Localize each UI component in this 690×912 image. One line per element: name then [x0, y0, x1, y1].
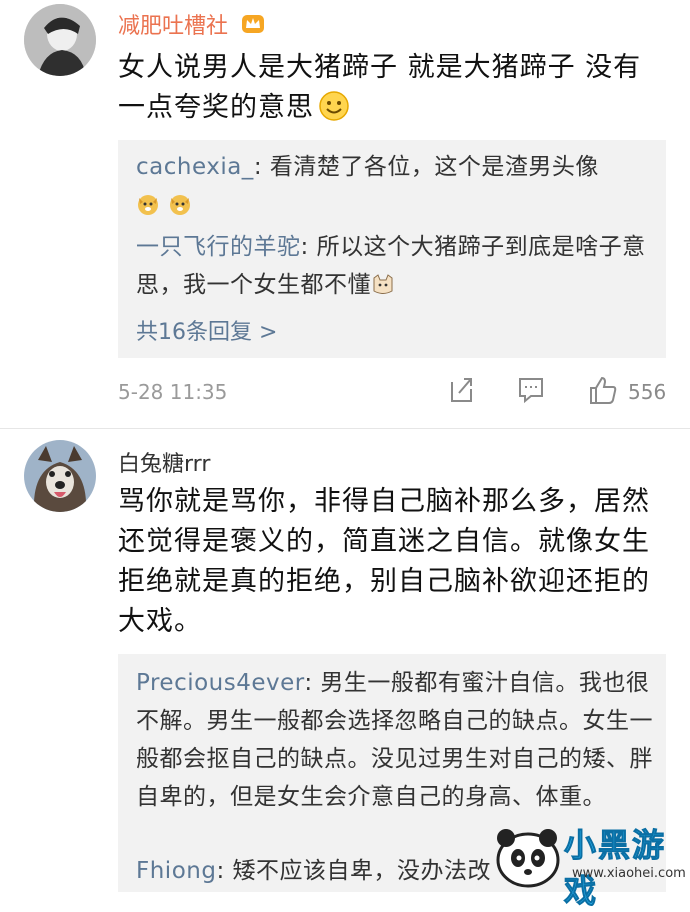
username[interactable]: 减肥吐槽社 [118, 8, 265, 41]
reply-1[interactable]: Precious4ever: 男生一般都有蜜汁自信。我也很不解。男生一般都会选择… [136, 664, 656, 816]
more-replies-link[interactable]: 共16条回复 > [136, 314, 277, 346]
site-watermark-logo: 小黑游戏 www.xiaohei.com [484, 818, 686, 911]
reply-author[interactable]: cachexia_ [136, 154, 254, 180]
watermark-url: www.xiaohei.com [572, 866, 686, 881]
smile-emoji-icon [318, 90, 350, 134]
comment-text: 骂你就是骂你，非得自己脑补那么多，居然还觉得是褒义的，简直迷之自信。就像女生拒绝… [118, 486, 650, 637]
cat-emoji-icon [371, 270, 395, 308]
reply-1[interactable]: cachexia_: 看清楚了各位，这个是渣男头像 [136, 148, 656, 228]
avatar[interactable] [24, 440, 96, 512]
reply-author[interactable]: Precious4ever [136, 670, 304, 696]
like-thumb-icon[interactable] [588, 374, 618, 410]
reply-author[interactable]: Fhiong [136, 858, 216, 884]
reply-box: cachexia_: 看清楚了各位，这个是渣男头像 一只飞行的羊驼: 所以这个大… [118, 140, 666, 358]
doge-emoji-icon [168, 190, 192, 228]
comment-text: 女人说男人是大猪蹄子 就是大猪蹄子 没有一点夸奖的意思 [118, 48, 668, 134]
comment-meta: 5-28 11:35 556 [0, 374, 690, 414]
like-count: 556 [628, 380, 667, 404]
reply-author[interactable]: 一只飞行的羊驼 [136, 234, 301, 260]
vip-crown-icon [241, 13, 265, 41]
doge-emoji-icon [136, 190, 160, 228]
divider [0, 428, 690, 429]
comment-icon[interactable] [517, 374, 545, 408]
avatar[interactable] [24, 4, 96, 76]
timestamp: 5-28 11:35 [118, 380, 228, 404]
username[interactable]: 白兔糖rrr [118, 446, 210, 478]
reply-2[interactable]: 一只飞行的羊驼: 所以这个大猪蹄子到底是啥子意思，我一个女生都不懂 [136, 228, 656, 308]
share-icon[interactable] [449, 374, 475, 408]
